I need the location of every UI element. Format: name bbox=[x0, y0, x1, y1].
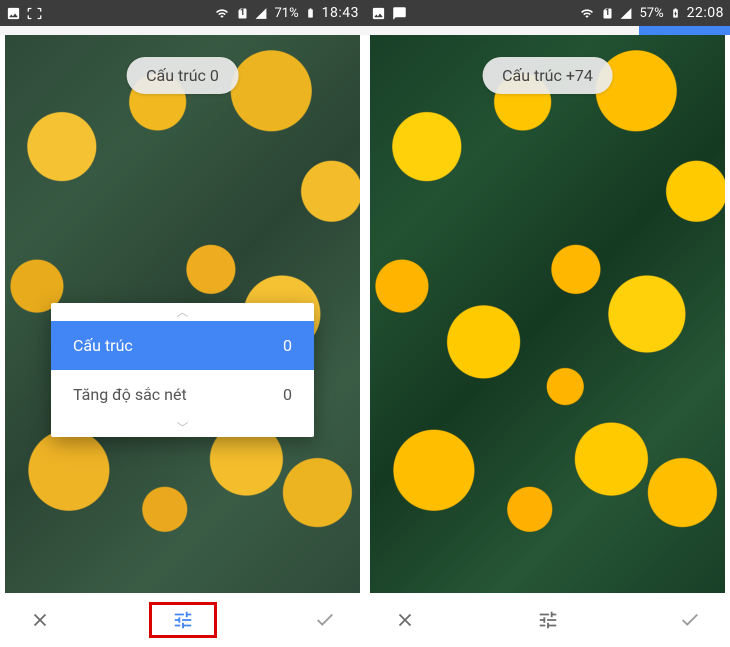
phone-right: 1 57% 22:08 Cấu trúc +74 bbox=[365, 0, 730, 647]
chevron-down-icon[interactable]: ﹀ bbox=[51, 419, 314, 437]
sim-label: 1 bbox=[236, 6, 248, 21]
menu-row-structure[interactable]: Cấu trúc 0 bbox=[51, 321, 314, 370]
menu-row-value: 0 bbox=[283, 385, 292, 404]
value-pill: Cấu trúc +74 bbox=[482, 57, 613, 94]
wifi-icon bbox=[579, 7, 595, 20]
apply-button[interactable] bbox=[666, 596, 714, 644]
value-pill-text: Cấu trúc 0 bbox=[146, 66, 219, 85]
menu-row-sharpen[interactable]: Tăng độ sắc nét 0 bbox=[51, 370, 314, 419]
value-pill-text: Cấu trúc +74 bbox=[502, 66, 593, 85]
screenshot-icon bbox=[27, 6, 42, 21]
bottom-toolbar bbox=[0, 593, 365, 647]
status-bar: 1 57% 22:08 bbox=[365, 0, 730, 26]
adjustment-menu[interactable]: ︿ Cấu trúc 0 Tăng độ sắc nét 0 ﹀ bbox=[51, 303, 314, 437]
battery-charging-icon bbox=[670, 5, 681, 21]
value-pill: Cấu trúc 0 bbox=[126, 57, 239, 94]
photo-canvas[interactable]: Cấu trúc +74 bbox=[365, 35, 730, 593]
tune-button[interactable] bbox=[524, 596, 572, 644]
wifi-icon bbox=[214, 7, 230, 20]
menu-row-label: Tăng độ sắc nét bbox=[73, 385, 187, 404]
battery-percent: 71% bbox=[274, 6, 298, 21]
signal-icon bbox=[619, 7, 633, 20]
cancel-button[interactable] bbox=[16, 596, 64, 644]
photo-flowers bbox=[370, 35, 725, 593]
tune-icon bbox=[535, 609, 561, 631]
photo-canvas[interactable]: Cấu trúc 0 ︿ Cấu trúc 0 Tăng độ sắc nét … bbox=[0, 35, 365, 593]
chat-icon bbox=[392, 6, 407, 21]
phone-left: 1 71% 18:43 Cấu trúc 0 ︿ Cấu bbox=[0, 0, 365, 647]
top-tab-strip bbox=[0, 26, 365, 35]
top-tab-strip bbox=[365, 26, 730, 35]
tune-icon bbox=[170, 609, 196, 631]
sim-label: 1 bbox=[601, 6, 613, 21]
chevron-up-icon[interactable]: ︿ bbox=[51, 303, 314, 321]
tune-button-highlighted[interactable] bbox=[149, 602, 217, 638]
status-bar: 1 71% 18:43 bbox=[0, 0, 365, 26]
battery-icon bbox=[305, 5, 316, 21]
image-icon bbox=[6, 6, 21, 21]
clock-text: 22:08 bbox=[687, 5, 724, 21]
signal-icon bbox=[254, 7, 268, 20]
image-icon bbox=[371, 6, 386, 21]
sim-icon: 1 bbox=[236, 6, 248, 21]
battery-percent: 57% bbox=[639, 6, 663, 21]
cancel-button[interactable] bbox=[381, 596, 429, 644]
bottom-toolbar bbox=[365, 593, 730, 647]
sim-icon: 1 bbox=[601, 6, 613, 21]
apply-button[interactable] bbox=[301, 596, 349, 644]
clock-text: 18:43 bbox=[322, 5, 359, 21]
menu-row-label: Cấu trúc bbox=[73, 336, 133, 355]
tab-active-indicator bbox=[639, 26, 730, 35]
menu-row-value: 0 bbox=[283, 336, 292, 355]
